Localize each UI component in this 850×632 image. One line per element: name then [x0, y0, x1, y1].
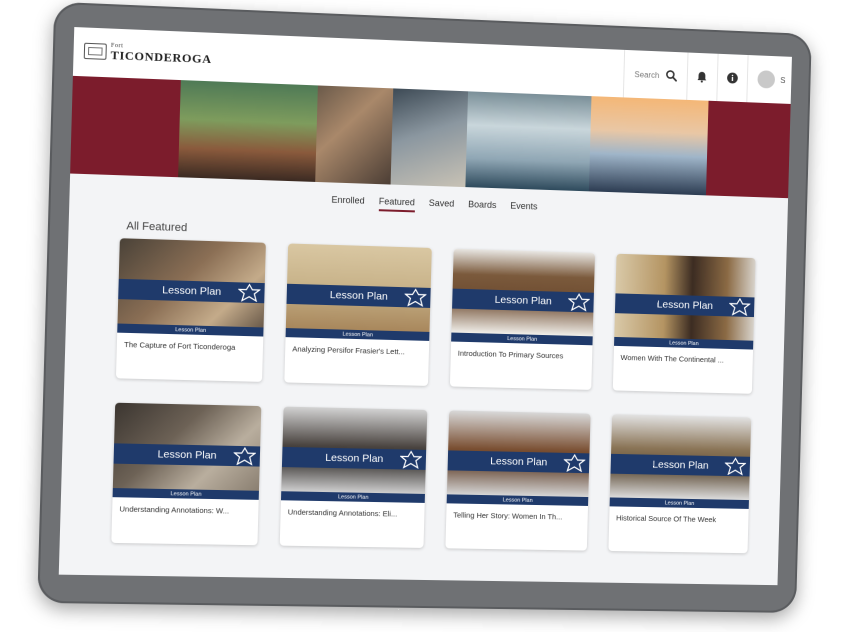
banner-photo-visitors: [315, 85, 394, 185]
ribbon-label: Lesson Plan: [656, 298, 714, 312]
user-menu[interactable]: S: [745, 54, 792, 104]
banner-photo-family: [465, 91, 592, 192]
card-type-label: Lesson Plan: [507, 335, 538, 343]
fort-star-icon: [724, 457, 746, 475]
lesson-card[interactable]: Lesson Plan Lesson Plan Historical Sourc…: [608, 414, 752, 554]
tab-featured[interactable]: Featured: [378, 196, 415, 213]
banner-photo-boat: [588, 96, 709, 196]
card-ribbon: Lesson Plan: [113, 443, 261, 467]
banner-photo-reenactors: [178, 80, 318, 182]
lesson-card[interactable]: Lesson Plan Lesson Plan Understanding An…: [279, 406, 428, 548]
card-ribbon: Lesson Plan: [447, 450, 590, 474]
card-type-label: Lesson Plan: [337, 493, 369, 501]
card-title[interactable]: Analyzing Persifor Frasier's Lett...: [292, 344, 423, 356]
ribbon-label: Lesson Plan: [325, 451, 384, 466]
card-type-bar: Lesson Plan: [112, 488, 259, 500]
logo-big-text: TICONDEROGA: [110, 47, 212, 67]
bell-icon: [697, 71, 707, 83]
search-label: Search: [634, 69, 660, 80]
lesson-card[interactable]: Lesson Plan Lesson Plan The Capture of F…: [115, 238, 266, 382]
fort-star-icon: [233, 447, 256, 466]
card-type-label: Lesson Plan: [170, 490, 202, 498]
lesson-card[interactable]: Lesson Plan Lesson Plan Telling Her Stor…: [445, 410, 591, 551]
fort-star-icon: [563, 454, 585, 472]
card-title[interactable]: Telling Her Story: Women In Th...: [453, 510, 582, 521]
site-logo[interactable]: Fort TICONDEROGA: [83, 42, 212, 67]
card-title[interactable]: Understanding Annotations: W...: [119, 504, 252, 515]
card-grid: Lesson Plan Lesson Plan The Capture of F…: [111, 238, 762, 554]
info-icon: [726, 72, 738, 84]
card-title[interactable]: The Capture of Fort Ticonderoga: [124, 340, 257, 353]
section-title: All Featured: [126, 220, 188, 235]
card-title[interactable]: Introduction To Primary Sources: [458, 349, 587, 361]
card-title[interactable]: Historical Source Of The Week: [616, 513, 743, 524]
header-tools: Search S: [623, 49, 792, 104]
card-type-bar: Lesson Plan: [446, 494, 589, 506]
ribbon-label: Lesson Plan: [652, 458, 709, 472]
banner-photo-exhibit: [390, 88, 469, 188]
card-type-label: Lesson Plan: [664, 499, 695, 507]
lesson-card[interactable]: Lesson Plan Lesson Plan Introduction To …: [449, 248, 596, 390]
card-type-label: Lesson Plan: [669, 339, 699, 347]
logo-text: Fort TICONDEROGA: [110, 43, 212, 67]
card-ribbon: Lesson Plan: [118, 278, 265, 304]
ribbon-label: Lesson Plan: [157, 448, 217, 462]
fort-star-icon: [568, 293, 590, 311]
fort-logo-icon: [83, 42, 107, 60]
card-ribbon: Lesson Plan: [610, 453, 751, 477]
lesson-card[interactable]: Lesson Plan Lesson Plan Understanding An…: [111, 402, 262, 546]
card-type-label: Lesson Plan: [175, 326, 207, 334]
info-button[interactable]: [715, 53, 748, 103]
tablet-frame: Fort TICONDEROGA Search S Enrolled Featu…: [37, 1, 812, 613]
notifications-button[interactable]: [685, 52, 718, 102]
fort-star-icon: [238, 283, 261, 302]
card-ribbon: Lesson Plan: [452, 288, 594, 313]
card-ribbon: Lesson Plan: [614, 293, 755, 318]
ribbon-label: Lesson Plan: [162, 284, 222, 298]
tab-saved[interactable]: Saved: [429, 198, 455, 214]
card-title[interactable]: Understanding Annotations: Eli...: [288, 507, 419, 518]
fort-star-icon: [404, 288, 427, 307]
card-type-bar: Lesson Plan: [280, 491, 425, 503]
banner-photo-strip: [178, 80, 709, 196]
avatar: [757, 70, 775, 89]
ribbon-label: Lesson Plan: [489, 455, 548, 469]
ribbon-label: Lesson Plan: [494, 293, 552, 308]
ribbon-label: Lesson Plan: [329, 289, 389, 303]
fort-star-icon: [729, 298, 751, 316]
card-title[interactable]: Women With The Continental ...: [620, 353, 747, 365]
screen: Fort TICONDEROGA Search S Enrolled Featu…: [58, 27, 792, 586]
tab-boards[interactable]: Boards: [468, 199, 497, 215]
tab-events[interactable]: Events: [510, 201, 537, 217]
lesson-card[interactable]: Lesson Plan Lesson Plan Women With The C…: [612, 253, 756, 394]
card-type-label: Lesson Plan: [342, 331, 374, 338]
card-type-bar: Lesson Plan: [609, 497, 749, 509]
card-ribbon: Lesson Plan: [281, 446, 427, 470]
card-ribbon: Lesson Plan: [286, 283, 431, 308]
lesson-card[interactable]: Lesson Plan Lesson Plan Analyzing Persif…: [284, 243, 432, 386]
stage: Fort TICONDEROGA Search S Enrolled Featu…: [0, 0, 850, 632]
tab-enrolled[interactable]: Enrolled: [331, 195, 364, 211]
card-type-label: Lesson Plan: [502, 496, 533, 504]
search-icon: [665, 69, 677, 81]
search-button[interactable]: Search: [623, 49, 688, 100]
user-name: S: [780, 75, 786, 85]
fort-star-icon: [399, 450, 423, 469]
